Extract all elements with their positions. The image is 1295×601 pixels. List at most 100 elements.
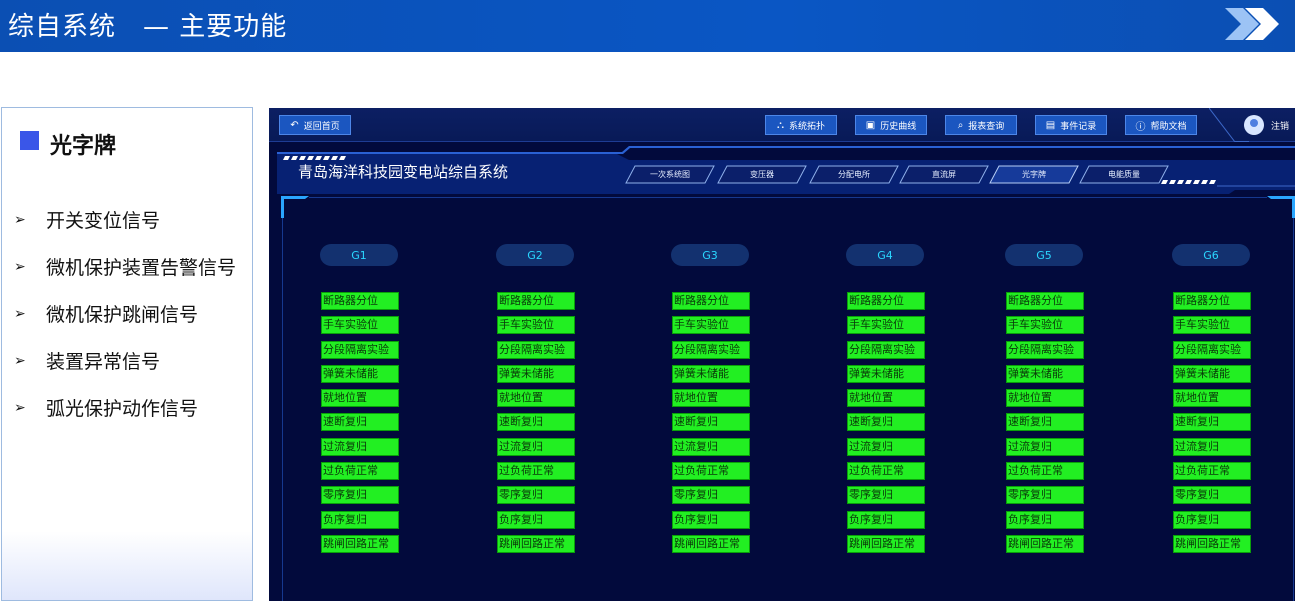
- home-button[interactable]: ↶ 返回首页: [279, 115, 351, 135]
- tab-power-quality[interactable]: 电能质量: [1079, 165, 1169, 184]
- signal-tile: 跳闸回路正常: [847, 534, 925, 553]
- tab-label: 光字牌: [1022, 170, 1046, 179]
- feature-item-arc-protection[interactable]: ➢ 弧光保护动作信号: [14, 384, 236, 431]
- feature-item-label: 开关变位信号: [46, 210, 161, 232]
- signal-tile: 速断复归: [847, 413, 925, 432]
- signal-tile: 过负荷正常: [847, 462, 925, 481]
- feature-item-label: 弧光保护动作信号: [46, 398, 199, 420]
- signal-tile: 跳闸回路正常: [497, 534, 575, 553]
- group-header-g6: G6: [1172, 244, 1250, 266]
- signal-tile: 断路器分位: [1006, 292, 1084, 310]
- panel-header: 光字牌: [20, 128, 116, 160]
- topology-button-label: 系统拓扑: [788, 121, 825, 132]
- report-query-button-label: 报表查询: [968, 121, 1005, 132]
- signal-tile: 分段隔离实验: [497, 340, 575, 359]
- back-arrow-icon: ↶: [290, 119, 299, 131]
- signal-tile: 手车实验位: [321, 316, 399, 335]
- signal-tile: 过负荷正常: [1173, 462, 1251, 481]
- group-header-g2: G2: [496, 244, 574, 266]
- group-header-g4: G4: [846, 244, 924, 266]
- tab-primary-diagram[interactable]: 一次系统图: [625, 165, 715, 184]
- logout-link[interactable]: 注销: [1271, 119, 1289, 132]
- tab-substation[interactable]: 分配电所: [809, 165, 899, 184]
- signal-tile: 速断复归: [497, 413, 575, 432]
- panel-title: 光字牌: [50, 134, 117, 159]
- signal-tile: 弹簧未储能: [497, 364, 575, 383]
- tab-dc-panel[interactable]: 直流屏: [899, 165, 989, 184]
- signal-tile: 过负荷正常: [672, 462, 750, 481]
- signal-tile: 弹簧未储能: [1006, 364, 1084, 383]
- signal-tile: 手车实验位: [847, 316, 925, 335]
- signal-tile: 跳闸回路正常: [672, 534, 750, 553]
- signal-tile: 跳闸回路正常: [321, 534, 399, 553]
- chart-icon: ▣: [865, 119, 876, 131]
- signal-tile: 零序复归: [672, 486, 750, 505]
- event-log-button[interactable]: ▤ 事件记录: [1035, 115, 1107, 135]
- event-log-button-label: 事件记录: [1060, 121, 1097, 132]
- signal-tile: 过流复归: [1173, 437, 1251, 456]
- signal-tile: 跳闸回路正常: [1006, 534, 1084, 553]
- signal-tile: 断路器分位: [847, 292, 925, 310]
- left-panel: 光字牌 ➢ 开关变位信号 ➢ 微机保护装置告警信号 ➢ 微机保护跳闸信号 ➢ 装置异常信…: [1, 107, 253, 601]
- help-doc-button[interactable]: ⓘ 帮助文档: [1125, 115, 1197, 135]
- signal-column-g2: 断路器分位 手车实验位 分段隔离实验 弹簧未储能 就地位置 速断复归 过流复归 过负荷正常 零序…: [497, 292, 575, 559]
- signal-tile: 过流复归: [672, 437, 750, 456]
- tab-label: 分配电所: [838, 170, 870, 179]
- signal-tile: 零序复归: [497, 486, 575, 505]
- signal-tile: 分段隔离实验: [321, 340, 399, 359]
- signal-tile: 断路器分位: [672, 292, 750, 310]
- feature-item-label: 装置异常信号: [46, 351, 161, 373]
- document-icon: ▤: [1045, 119, 1056, 131]
- tab-transformer[interactable]: 变压器: [717, 165, 807, 184]
- feature-item-label: 微机保护跳闸信号: [46, 304, 199, 326]
- signal-tile: 负序复归: [321, 510, 399, 529]
- signal-tile: 就地位置: [1173, 389, 1251, 408]
- group-header-g1: G1: [320, 244, 398, 266]
- content-frame: [281, 196, 1295, 601]
- signal-tile: 弹簧未储能: [672, 364, 750, 383]
- signal-tile: 过流复归: [847, 437, 925, 456]
- signal-tile: 负序复归: [847, 510, 925, 529]
- signal-tile: 断路器分位: [497, 292, 575, 310]
- arrow-bullet-icon: ➢: [14, 211, 26, 228]
- topology-button[interactable]: ⛬ 系统拓扑: [765, 115, 837, 135]
- tab-annunciator[interactable]: 光字牌: [989, 165, 1079, 184]
- signal-tile: 弹簧未储能: [847, 364, 925, 383]
- signal-column-g1: 断路器分位 手车实验位 分段隔离实验 弹簧未储能 就地位置 速断复归 过流复归 过负荷正常 零序…: [321, 292, 399, 559]
- tab-label: 变压器: [750, 170, 774, 179]
- page-root: 综自系统 — 主要功能 光字牌 ➢ 开关变位信号 ➢ 微机保护装置告警信号 ➢ 微机保…: [0, 0, 1295, 601]
- signal-tile: 断路器分位: [1173, 292, 1251, 310]
- signal-tile: 速断复归: [321, 413, 399, 432]
- signal-tile: 弹簧未储能: [321, 364, 399, 383]
- arrow-bullet-icon: ➢: [14, 352, 26, 369]
- tab-label: 一次系统图: [650, 170, 690, 179]
- signal-tile: 过流复归: [321, 437, 399, 456]
- signal-tile: 过负荷正常: [497, 462, 575, 481]
- double-chevron-icon: [1225, 8, 1279, 40]
- group-header-g5: G5: [1005, 244, 1083, 266]
- feature-item-switch-change[interactable]: ➢ 开关变位信号: [14, 196, 236, 243]
- report-query-button[interactable]: ⌕ 报表查询: [945, 115, 1017, 135]
- signal-tile: 分段隔离实验: [672, 340, 750, 359]
- signal-tile: 就地位置: [497, 389, 575, 408]
- banner-title: 综自系统 — 主要功能: [8, 12, 288, 42]
- history-curve-button[interactable]: ▣ 历史曲线: [855, 115, 927, 135]
- user-avatar-icon[interactable]: [1244, 115, 1264, 135]
- feature-item-protection-trip[interactable]: ➢ 微机保护跳闸信号: [14, 290, 236, 337]
- topology-icon: ⛬: [776, 119, 784, 131]
- signal-tile: 手车实验位: [497, 316, 575, 335]
- signal-tile: 手车实验位: [1006, 316, 1084, 335]
- signal-tile: 零序复归: [1006, 486, 1084, 505]
- signal-tile: 过流复归: [1006, 437, 1084, 456]
- signal-column-g3: 断路器分位 手车实验位 分段隔离实验 弹簧未储能 就地位置 速断复归 过流复归 过负荷正常 零序…: [672, 292, 750, 559]
- feature-item-device-abnormal[interactable]: ➢ 装置异常信号: [14, 337, 236, 384]
- square-bullet-icon: [20, 130, 39, 150]
- signal-tile: 分段隔离实验: [1173, 340, 1251, 359]
- signal-tile: 分段隔离实验: [1006, 340, 1084, 359]
- tab-label: 电能质量: [1108, 170, 1140, 179]
- arrow-bullet-icon: ➢: [14, 258, 26, 275]
- feature-item-protection-alarm[interactable]: ➢ 微机保护装置告警信号: [14, 243, 236, 290]
- signal-tile: 负序复归: [1006, 510, 1084, 529]
- signal-tile: 弹簧未储能: [1173, 364, 1251, 383]
- help-icon: ⓘ: [1135, 121, 1146, 133]
